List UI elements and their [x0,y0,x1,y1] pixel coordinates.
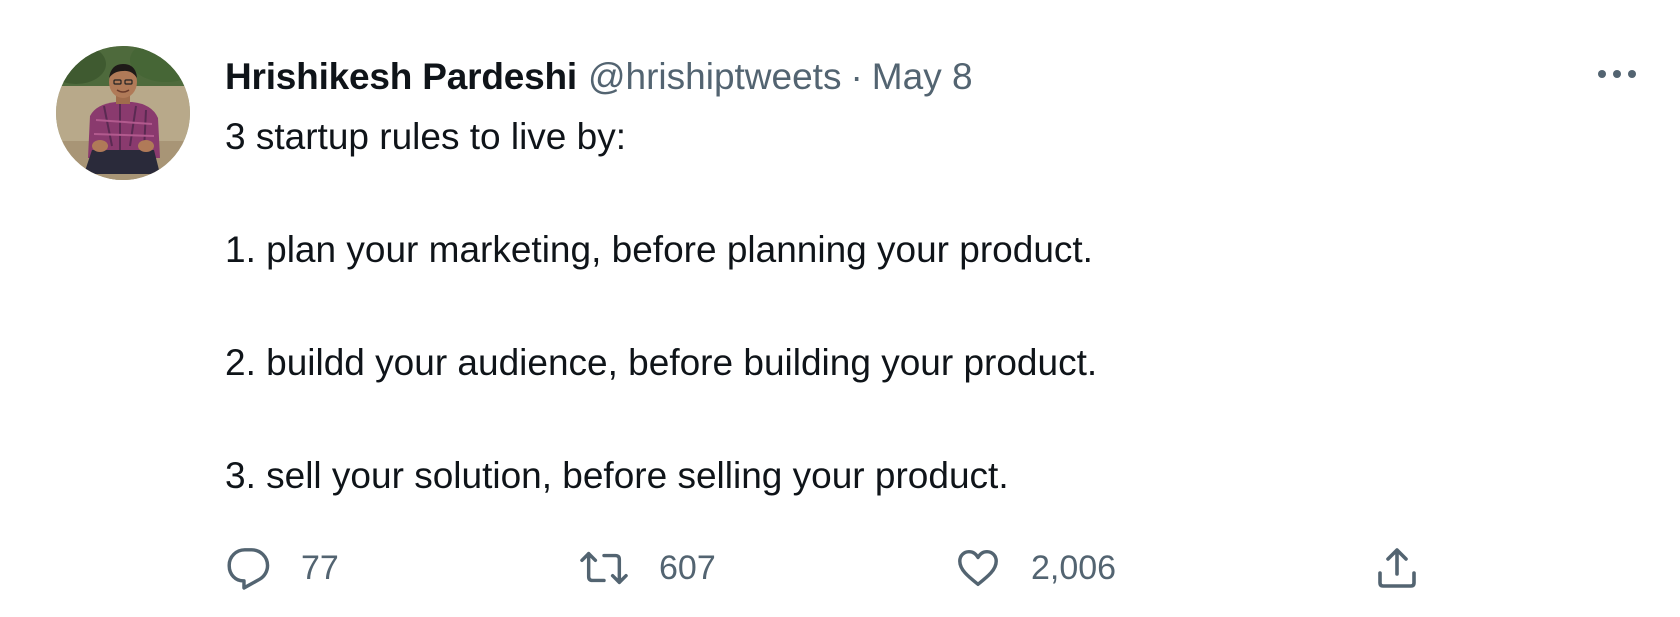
tweet-header: Hrishikesh Pardeshi @hrishiptweets · May… [225,52,973,102]
tweet: Hrishikesh Pardeshi @hrishiptweets · May… [0,0,1680,617]
more-icon [1597,66,1637,84]
share-icon [1373,544,1421,592]
tweet-date[interactable]: May 8 [872,52,973,102]
heart-icon [955,545,1001,591]
author-display-name[interactable]: Hrishikesh Pardeshi [225,52,577,102]
tweet-actions: 77 607 2,006 [225,540,1425,596]
tweet-rule-2: 2. buildd your audience, before building… [225,342,1098,383]
retweet-icon [579,545,629,591]
author-handle[interactable]: @hrishiptweets [588,52,842,102]
tweet-rule-1: 1. plan your marketing, before planning … [225,229,1093,270]
tweet-intro: 3 startup rules to live by: [225,116,627,157]
retweet-button[interactable]: 607 [579,540,716,596]
reply-icon [225,545,271,591]
avatar[interactable] [56,46,190,180]
tweet-rule-3: 3. sell your solution, before selling yo… [225,455,1009,496]
like-count: 2,006 [1031,548,1117,587]
header-separator: · [850,56,863,97]
reply-count: 77 [301,548,339,587]
tweet-text: 3 startup rules to live by: 1. plan your… [225,112,1097,501]
share-button[interactable] [1373,540,1421,596]
reply-button[interactable]: 77 [225,540,339,596]
retweet-count: 607 [659,548,716,587]
like-button[interactable]: 2,006 [955,540,1116,596]
more-button[interactable] [1594,60,1640,90]
